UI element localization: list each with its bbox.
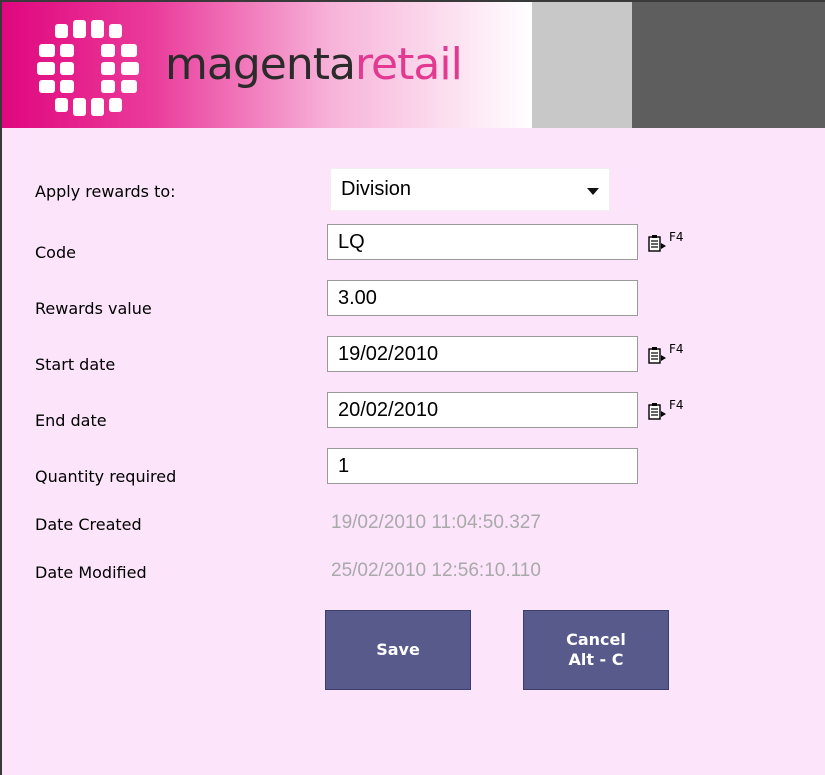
dropdown-arrow-icon [587,188,599,195]
quantity-required-input[interactable] [327,448,638,484]
apply-rewards-select[interactable]: Division [330,168,610,211]
date-created-value: 19/02/2010 11:04:50.327 [331,512,541,533]
end-date-lookup-key: F4 [669,398,684,412]
clipboard-lookup-icon [648,403,666,420]
start-date-label: Start date [35,355,116,374]
form-window: magentaretail Apply rewards to: Division… [0,0,825,775]
end-date-lookup-button[interactable]: F4 [647,398,695,426]
rewards-value-input[interactable] [327,280,638,316]
rewards-value-label: Rewards value [35,299,152,318]
brand-part-magenta: magenta [165,39,356,90]
code-lookup-key: F4 [669,230,684,244]
end-date-input[interactable] [327,392,638,428]
start-date-lookup-button[interactable]: F4 [647,342,695,370]
apply-rewards-label: Apply rewards to: [35,182,176,201]
app-header: magentaretail [2,2,825,128]
clipboard-lookup-icon [648,235,666,252]
brand-wordmark: magentaretail [165,35,463,95]
magenta-retail-logo-icon [37,20,139,116]
start-date-lookup-key: F4 [669,342,684,356]
start-date-input[interactable] [327,336,638,372]
code-lookup-button[interactable]: F4 [647,230,695,258]
save-button[interactable]: Save [325,610,471,690]
quantity-required-label: Quantity required [35,467,177,486]
end-date-label: End date [35,411,107,430]
code-input[interactable] [327,224,638,260]
header-dark-block [632,2,825,128]
clipboard-lookup-icon [648,347,666,364]
date-modified-value: 25/02/2010 12:56:10.110 [331,560,541,581]
header-grey-block [532,2,632,128]
code-label: Code [35,243,76,262]
cancel-button[interactable]: Cancel Alt - C [523,610,669,690]
brand-part-retail: retail [354,39,463,90]
date-modified-label: Date Modified [35,563,147,582]
apply-rewards-selected-value: Division [341,178,412,200]
date-created-label: Date Created [35,515,142,534]
